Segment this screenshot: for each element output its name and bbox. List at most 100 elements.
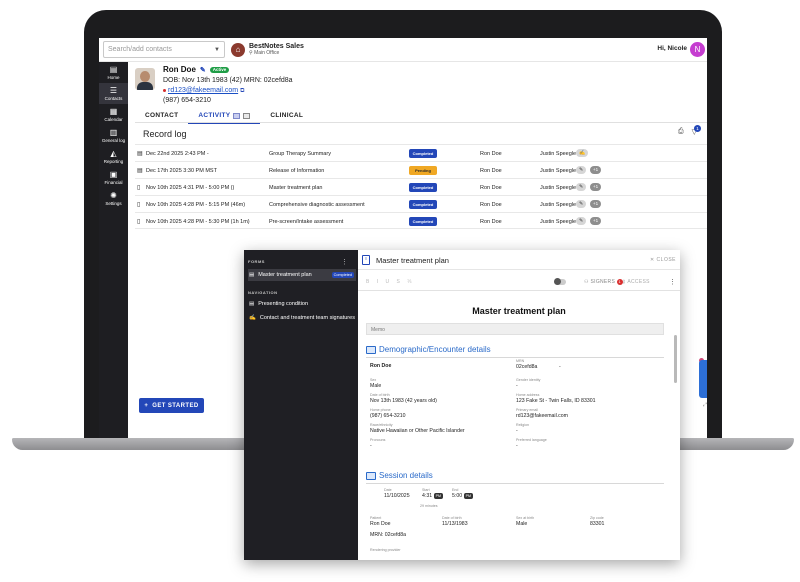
navigation-header: NAVIGATION (248, 290, 278, 295)
demo-sex: Sex Male (370, 378, 382, 389)
signature-icon[interactable]: ✎ (576, 200, 587, 208)
contact-dob-mrn: DOB: Nov 13th 1983 (42) MRN: 02cefd8a (163, 77, 293, 84)
chevron-down-icon[interactable]: ▼ (214, 47, 220, 53)
signature-icon[interactable]: ✎ (576, 183, 587, 191)
form-document-icon: ≡ (362, 255, 370, 265)
form-item-master-treatment-plan[interactable]: ▤ Master treatment plan Completed (248, 269, 356, 281)
general-log-icon: ▥ (109, 127, 118, 137)
sidebar-item-label: Contacts (104, 95, 123, 101)
demo-race: Race/ethnicity Native Hawaiian or Other P… (370, 423, 465, 434)
search-contacts-input[interactable]: Search/add contacts ▼ (103, 41, 225, 58)
demo-religion: Religion - (516, 423, 529, 434)
form-sidebar: FORMS ⋮ ▤ Master treatment plan Complete… (244, 250, 358, 560)
organization-icon: ⌂ (231, 42, 245, 57)
print-icon[interactable]: ⎙ (678, 128, 684, 136)
copy-icon[interactable]: ⧉ (240, 88, 244, 94)
session-section-title: Session details (366, 471, 433, 480)
demo-pronouns: Pronouns - (370, 438, 386, 449)
sidebar-item-contacts[interactable]: ☰ Contacts (99, 83, 128, 104)
record-title[interactable]: Group Therapy Summary (269, 151, 331, 157)
nav-item-signatures[interactable]: ✍ Contact and treatment team signatures (248, 312, 356, 324)
table-row[interactable]: ▯ Nov 10th 2025 4:28 PM - 5:30 PM (1h 1m)… (135, 212, 707, 229)
form-toolbar: B I U S ⅓ ⚇ SIGNERS 1 ⚷ ACCESS ⋮ (358, 277, 680, 289)
record-staff: Justin Speegle (540, 219, 577, 225)
feedback-tab[interactable] (699, 360, 707, 398)
record-title[interactable]: Comprehensive diagnostic assessment (269, 202, 365, 208)
signature-icon[interactable]: ✍ (576, 149, 589, 157)
scrollbar[interactable] (674, 335, 677, 383)
record-date: Dec 22nd 2025 2:43 PM - (146, 151, 209, 157)
sidebar-item-label: Home (107, 74, 120, 80)
list-view-icon[interactable] (233, 112, 241, 119)
memo-field[interactable]: Memo (366, 323, 664, 335)
zoom-icon[interactable]: ⤢ (703, 402, 707, 408)
table-row[interactable]: ▯ Nov 10th 2025 4:28 PM - 5:15 PM (46m) Co… (135, 195, 707, 212)
get-started-button[interactable]: + GET STARTED (139, 398, 204, 413)
additional-staff-badge: +1 (590, 200, 602, 208)
close-button[interactable]: ✕ CLOSE (650, 257, 676, 263)
sidebar-item-general-log[interactable]: ▥ General log (99, 125, 128, 146)
sidebar-item-home[interactable]: ▤ Home (99, 62, 128, 83)
form-header: ≡ Master treatment plan ✕ CLOSE (358, 250, 680, 270)
session-patient-mrn: MRN: 02cefd8a (370, 532, 407, 538)
more-options-icon[interactable]: ⋮ (669, 278, 676, 286)
financial-icon: ▣ (109, 169, 118, 179)
table-row[interactable]: ▯ Nov 10th 2025 4:31 PM - 5:00 PM () Maste… (135, 178, 707, 195)
session-zip: Zip code 83301 (590, 516, 605, 527)
demo-phone: Home phone (987) 654-3210 (370, 408, 406, 419)
record-title[interactable]: Release of Information (269, 168, 324, 174)
contact-email-link[interactable]: rd123@fakeemail.com (168, 87, 238, 94)
sidebar-item-label: Financial (104, 179, 123, 185)
demographic-section-title: Demographic/Encounter details (366, 345, 491, 354)
record-title[interactable]: Master treatment plan (269, 185, 323, 191)
calendar-icon (366, 471, 376, 480)
record-type-icon: ▯ (137, 219, 141, 225)
text-format-tools[interactable]: B I U S ⅓ (366, 279, 414, 285)
record-type-icon: ▯ (137, 185, 141, 191)
record-type-icon: ▤ (137, 168, 143, 174)
form-popup: FORMS ⋮ ▤ Master treatment plan Complete… (244, 250, 680, 560)
table-row[interactable]: ▤ Dec 22nd 2025 2:43 PM - Group Therapy Su… (135, 144, 707, 161)
alert-dot-icon (163, 88, 166, 92)
signature-icon[interactable]: ✎ (576, 166, 587, 174)
record-title[interactable]: Pre-screen/Intake assessment (269, 219, 343, 225)
signature-icon[interactable]: ✎ (576, 217, 587, 225)
demo-mrn: MRN 02cefd8a - (516, 359, 561, 370)
additional-staff-badge: +1 (590, 183, 602, 191)
calendar-view-icon[interactable] (243, 112, 251, 119)
status-badge: Active (209, 66, 230, 74)
additional-staff-badge: +1 (590, 166, 602, 174)
sidebar-item-calendar[interactable]: ▦ Calendar (99, 104, 128, 125)
table-row[interactable]: ▤ Dec 17th 2025 3:30 PM MST Release of Inf… (135, 161, 707, 178)
more-options-icon[interactable]: ⋮ (341, 258, 348, 266)
sidebar-item-label: General log (101, 137, 126, 143)
session-provider: Rendering provider (370, 548, 401, 552)
record-log-title: Record log (143, 129, 187, 139)
sidebar-item-financial[interactable]: ▣ Financial (99, 167, 128, 188)
search-placeholder: Search/add contacts (108, 46, 172, 53)
sidebar-item-reporting[interactable]: ◭ Reporting (99, 146, 128, 167)
edit-toggle[interactable] (554, 278, 566, 285)
status-badge: Completed (409, 217, 437, 226)
reporting-icon: ◭ (110, 148, 117, 158)
marketing-stage: Search/add contacts ▼ ⌂ BestNotes Sales … (0, 0, 800, 582)
nav-item-presenting-condition[interactable]: ▤ Presenting condition (248, 298, 356, 310)
user-avatar[interactable]: N (690, 42, 705, 57)
demo-dob: Date of birth Nov 13th 1983 (42 years old… (370, 393, 437, 404)
key-icon: ⚷ (622, 279, 626, 285)
demo-address: Home address 123 Fake St - Twin Falls, ID… (516, 393, 596, 404)
session-date: Date 11/10/2025 (384, 488, 410, 499)
close-icon: ✕ (649, 257, 655, 263)
record-client: Ron Doe (480, 202, 502, 208)
document-title: Master treatment plan (472, 306, 566, 316)
sidebar-nav: ▤ Home ☰ Contacts ▦ Calendar ▥ General log ◭ Repo… (99, 62, 128, 438)
session-duration: 29 minutes (420, 504, 438, 508)
form-title: Master treatment plan (376, 256, 449, 265)
signers-button[interactable]: ⚇ SIGNERS 1 (584, 279, 623, 285)
organization-switcher[interactable]: BestNotes Sales ⚲ Main Office (249, 43, 304, 56)
access-button[interactable]: ⚷ ACCESS (622, 279, 650, 285)
sidebar-item-settings[interactable]: ✺ Settings (99, 188, 128, 209)
signature-icon: ✍ (249, 315, 256, 321)
edit-icon[interactable]: ✎ (200, 67, 206, 74)
record-staff: Justin Speegle (540, 185, 577, 191)
